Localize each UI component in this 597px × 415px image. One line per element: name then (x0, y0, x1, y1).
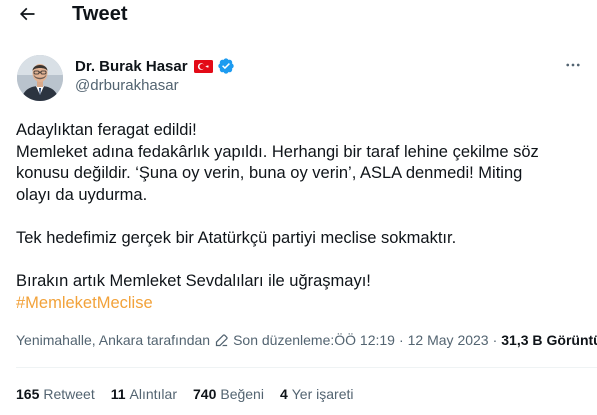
tweet-location: Yenimahalle, Ankara tarafından (16, 332, 211, 348)
tweet-line: Adaylıktan feragat edildi! (16, 121, 197, 139)
tweet-line: olayı da uydurma. (16, 185, 148, 204)
author-display-name[interactable]: Dr. Burak Hasar (75, 58, 188, 75)
author-handle[interactable]: @drburakhasar (75, 77, 179, 94)
likes-label: Beğeni (220, 386, 264, 402)
turkey-flag-icon (193, 59, 213, 73)
retweets-label: Retweet (43, 386, 95, 402)
hashtag-link[interactable]: #MemleketMeclise (16, 294, 153, 313)
avatar[interactable] (17, 55, 63, 101)
meta-separator: · (492, 332, 498, 348)
tweet-time[interactable]: ÖÖ 12:19 (334, 332, 395, 348)
author-name-row: Dr. Burak Hasar (75, 56, 235, 76)
tweet-text: Adaylıktan feragat edildi! Memleket adın… (16, 120, 591, 292)
tweet-line: Memleket adına fedakârlık yapıldı. Herha… (16, 142, 539, 161)
tweet-paragraph-3: Bırakın artık Memleket Sevdalıları ile u… (16, 271, 371, 290)
pencil-icon (214, 333, 229, 348)
page-title: Tweet (72, 3, 128, 25)
views-count[interactable]: 31,3 B (501, 332, 542, 348)
verified-badge-icon (217, 57, 235, 75)
bookmarks-label: Yer işareti (291, 386, 354, 402)
tweet-page: Tweet Dr. Burak Hasar @drburakhasar Aday… (0, 0, 597, 415)
likes-count: 740 (193, 386, 217, 402)
back-button[interactable] (14, 1, 40, 27)
more-horizontal-icon (564, 56, 582, 74)
retweets-count: 165 (16, 386, 40, 402)
tweet-paragraph-1: Adaylıktan feragat edildi! Memleket adın… (16, 120, 591, 206)
quotes-label: Alıntılar (129, 386, 177, 402)
tweet-line: konusu değildir. ‘Şuna oy verin, buna oy… (16, 164, 523, 182)
tweet-stats: 165 Retweet 11 Alıntılar 740 Beğeni 4 Yer iş… (16, 386, 370, 402)
likes-stat[interactable]: 740 Beğeni (193, 386, 264, 402)
bookmarks-count: 4 (279, 386, 288, 402)
arrow-left-icon (17, 4, 37, 24)
views-label: Görüntülenme (546, 332, 597, 348)
quotes-count: 11 (110, 386, 126, 402)
divider (16, 367, 597, 368)
tweet-paragraph-2: Tek hedefimiz gerçek bir Atatürkçü parti… (16, 228, 457, 247)
quotes-stat[interactable]: 11 Alıntılar (111, 386, 177, 402)
more-options-button[interactable] (560, 54, 586, 76)
bookmarks-stat[interactable]: 4 Yer işareti (280, 386, 354, 402)
edited-label[interactable]: Son düzenleme: (233, 332, 334, 348)
tweet-date[interactable]: 12 May 2023 (408, 332, 489, 348)
meta-separator: · (398, 332, 404, 348)
retweets-stat[interactable]: 165 Retweet (16, 386, 95, 402)
tweet-meta: Yenimahalle, Ankara tarafından Son düzen… (16, 332, 597, 348)
top-bar: Tweet (0, 0, 597, 31)
